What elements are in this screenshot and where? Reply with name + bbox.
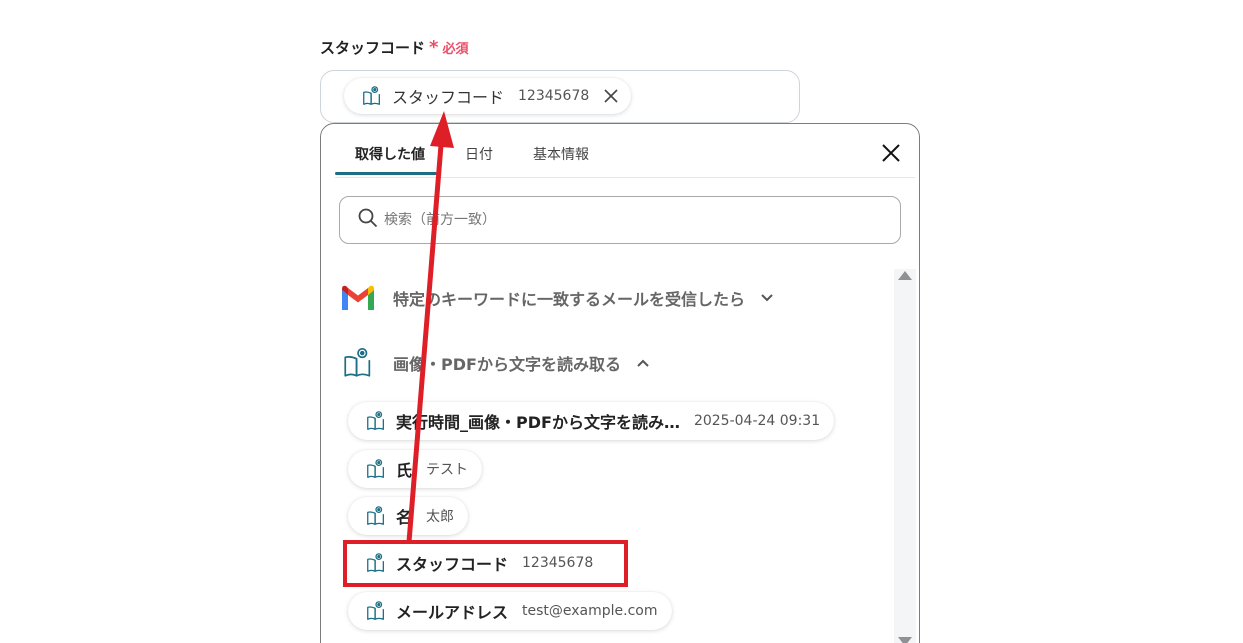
- section-title: 特定のキーワードに一致するメールを受信したら: [393, 290, 746, 309]
- tab-bar: 取得した値 日付 基本情報: [335, 124, 915, 178]
- required-text: 必須: [442, 42, 469, 57]
- scroll-down-arrow-icon[interactable]: [898, 637, 912, 643]
- search-icon: [358, 208, 378, 232]
- required-star: *: [429, 36, 439, 58]
- book-eye-icon: [339, 344, 377, 382]
- section-ocr[interactable]: 画像・PDFから文字を読み取る: [339, 344, 651, 382]
- section-title: 画像・PDFから文字を読み取る: [393, 355, 621, 374]
- list-item[interactable]: 実行時間_画像・PDFから文字を読み… 2025-04-24 09:31: [348, 402, 835, 440]
- section-gmail-trigger[interactable]: 特定のキーワードに一致するメールを受信したら: [339, 279, 775, 317]
- chevron-down-icon[interactable]: [759, 290, 775, 306]
- remove-chip-icon[interactable]: [601, 86, 621, 106]
- item-value: 2025-04-24 09:31: [693, 413, 821, 429]
- field-label-text: スタッフコード: [320, 39, 426, 57]
- item-name: 実行時間_画像・PDFから文字を読み…: [396, 413, 680, 432]
- item-name: 氏: [396, 461, 413, 480]
- item-value: 太郎: [426, 509, 455, 525]
- list-item[interactable]: 名 太郎: [348, 497, 469, 535]
- selected-chip-name: スタッフコード: [392, 88, 505, 107]
- item-name: メールアドレス: [396, 603, 509, 622]
- tab-date[interactable]: 日付: [465, 144, 493, 164]
- item-value: test@example.com: [522, 603, 658, 619]
- book-eye-icon: [364, 599, 388, 623]
- search-box[interactable]: [339, 196, 901, 244]
- item-value: テスト: [426, 462, 469, 478]
- book-eye-icon: [364, 504, 388, 528]
- list-item[interactable]: 氏 テスト: [348, 450, 483, 488]
- chevron-up-icon[interactable]: [635, 355, 651, 371]
- scrollbar[interactable]: [894, 269, 916, 643]
- tab-basic-info[interactable]: 基本情報: [533, 144, 589, 164]
- selected-chip-value: 12345678: [518, 88, 590, 104]
- scroll-up-arrow-icon[interactable]: [898, 271, 912, 280]
- field-label: スタッフコード * 必須: [320, 37, 468, 58]
- list-item[interactable]: メールアドレス test@example.com: [348, 592, 672, 630]
- gmail-icon: [339, 279, 377, 317]
- tab-retrieved-values[interactable]: 取得した値: [355, 144, 425, 164]
- active-tab-indicator: [335, 172, 437, 175]
- item-name: 名: [396, 508, 413, 527]
- book-eye-icon: [364, 457, 388, 481]
- selected-value-chip[interactable]: スタッフコード 12345678: [344, 78, 632, 114]
- search-input[interactable]: [384, 212, 864, 228]
- close-icon[interactable]: [879, 141, 903, 165]
- book-eye-icon: [360, 84, 384, 108]
- book-eye-icon: [364, 409, 388, 433]
- annotation-highlight-box: [343, 540, 628, 587]
